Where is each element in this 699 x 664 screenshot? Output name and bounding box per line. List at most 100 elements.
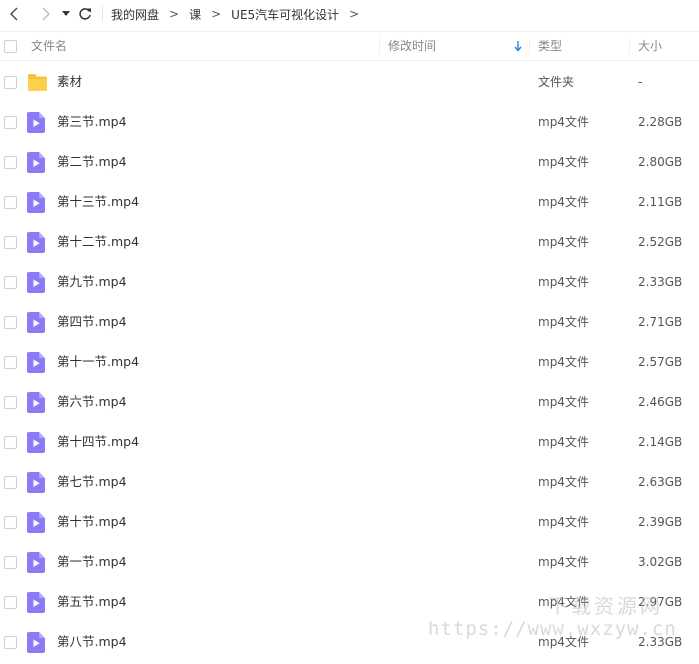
row-checkbox[interactable] <box>4 556 17 569</box>
file-type: mp4文件 <box>538 595 589 609</box>
file-row[interactable]: 第九节.mp4 mp4文件 2.33GB <box>0 262 699 302</box>
file-type: mp4文件 <box>538 355 589 369</box>
file-name[interactable]: 第一节.mp4 <box>57 542 127 582</box>
file-size: 2.11GB <box>638 195 683 209</box>
video-file-icon <box>27 592 45 613</box>
breadcrumb-item-course[interactable]: 课 <box>187 6 203 23</box>
breadcrumb-item-current-folder[interactable]: UE5汽车可视化设计 <box>229 6 341 23</box>
row-checkbox[interactable] <box>4 116 17 129</box>
column-divider <box>529 38 530 54</box>
row-checkbox[interactable] <box>4 156 17 169</box>
file-size: 2.52GB <box>638 235 683 249</box>
row-checkbox[interactable] <box>4 356 17 369</box>
file-row[interactable]: 第七节.mp4 mp4文件 2.63GB <box>0 462 699 502</box>
row-checkbox[interactable] <box>4 476 17 489</box>
file-row[interactable]: 第五节.mp4 mp4文件 2.97GB <box>0 582 699 622</box>
row-checkbox[interactable] <box>4 436 17 449</box>
chevron-right-icon <box>42 7 50 21</box>
file-name[interactable]: 第八节.mp4 <box>57 622 127 662</box>
history-dropdown-button[interactable] <box>58 1 74 27</box>
file-name[interactable]: 第十节.mp4 <box>57 502 127 542</box>
video-file-icon <box>27 392 45 413</box>
column-header-name[interactable]: 文件名 <box>31 32 67 60</box>
toolbar-divider <box>102 6 103 22</box>
refresh-button[interactable] <box>74 1 96 27</box>
column-header-modified[interactable]: 修改时间 <box>388 32 436 60</box>
file-name[interactable]: 第七节.mp4 <box>57 462 127 502</box>
file-row[interactable]: 第十四节.mp4 mp4文件 2.14GB <box>0 422 699 462</box>
select-all-checkbox[interactable] <box>4 40 17 53</box>
file-row[interactable]: 第十节.mp4 mp4文件 2.39GB <box>0 502 699 542</box>
video-file-icon <box>27 312 45 333</box>
file-size: 3.02GB <box>638 555 683 569</box>
file-type: mp4文件 <box>538 475 589 489</box>
file-row[interactable]: 第四节.mp4 mp4文件 2.71GB <box>0 302 699 342</box>
video-file-icon <box>27 272 45 293</box>
video-file-icon <box>27 112 45 133</box>
file-size: - <box>638 75 643 89</box>
file-list: 素材 文件夹 - 第三节.mp4 mp4文件 2.28GB 第二节.mp4 mp4文件 2… <box>0 62 699 662</box>
column-header-type[interactable]: 类型 <box>538 32 562 60</box>
row-checkbox[interactable] <box>4 196 17 209</box>
file-name[interactable]: 素材 <box>57 62 82 102</box>
back-button[interactable] <box>2 1 28 27</box>
file-name[interactable]: 第二节.mp4 <box>57 142 127 182</box>
file-row-folder[interactable]: 素材 文件夹 - <box>0 62 699 102</box>
file-size: 2.80GB <box>638 155 683 169</box>
file-type: mp4文件 <box>538 275 589 289</box>
row-checkbox[interactable] <box>4 316 17 329</box>
row-checkbox[interactable] <box>4 76 17 89</box>
file-row[interactable]: 第三节.mp4 mp4文件 2.28GB <box>0 102 699 142</box>
file-size: 2.57GB <box>638 355 683 369</box>
file-type: 文件夹 <box>538 75 575 89</box>
breadcrumb-dropdown-chevron[interactable]: > <box>349 7 359 21</box>
video-file-icon <box>27 232 45 253</box>
file-type: mp4文件 <box>538 195 589 209</box>
row-checkbox[interactable] <box>4 516 17 529</box>
file-type: mp4文件 <box>538 635 589 649</box>
file-name[interactable]: 第十四节.mp4 <box>57 422 139 462</box>
breadcrumb-item-my-drive[interactable]: 我的网盘 <box>109 6 161 23</box>
sort-descending-icon[interactable] <box>514 41 522 52</box>
file-row[interactable]: 第一节.mp4 mp4文件 3.02GB <box>0 542 699 582</box>
video-file-icon <box>27 632 45 653</box>
video-file-icon <box>27 192 45 213</box>
file-size: 2.33GB <box>638 275 683 289</box>
video-file-icon <box>27 432 45 453</box>
file-size: 2.97GB <box>638 595 683 609</box>
file-type: mp4文件 <box>538 155 589 169</box>
file-size: 2.33GB <box>638 635 683 649</box>
video-file-icon <box>27 512 45 533</box>
caret-down-icon <box>62 11 70 16</box>
row-checkbox[interactable] <box>4 276 17 289</box>
file-size: 2.14GB <box>638 435 683 449</box>
folder-icon <box>28 74 47 91</box>
file-list-header: 文件名 修改时间 类型 大小 <box>0 31 699 61</box>
file-type: mp4文件 <box>538 555 589 569</box>
file-name[interactable]: 第十一节.mp4 <box>57 342 139 382</box>
file-type: mp4文件 <box>538 315 589 329</box>
file-row[interactable]: 第十二节.mp4 mp4文件 2.52GB <box>0 222 699 262</box>
file-name[interactable]: 第九节.mp4 <box>57 262 127 302</box>
row-checkbox[interactable] <box>4 596 17 609</box>
file-name[interactable]: 第四节.mp4 <box>57 302 127 342</box>
row-checkbox[interactable] <box>4 236 17 249</box>
file-name[interactable]: 第六节.mp4 <box>57 382 127 422</box>
file-name[interactable]: 第五节.mp4 <box>57 582 127 622</box>
file-name[interactable]: 第十三节.mp4 <box>57 182 139 222</box>
file-row[interactable]: 第十三节.mp4 mp4文件 2.11GB <box>0 182 699 222</box>
video-file-icon <box>27 152 45 173</box>
file-row[interactable]: 第六节.mp4 mp4文件 2.46GB <box>0 382 699 422</box>
chevron-left-icon <box>10 7 18 21</box>
file-row[interactable]: 第二节.mp4 mp4文件 2.80GB <box>0 142 699 182</box>
file-name[interactable]: 第三节.mp4 <box>57 102 127 142</box>
column-header-size[interactable]: 大小 <box>638 32 662 60</box>
forward-button[interactable] <box>32 1 58 27</box>
file-row[interactable]: 第十一节.mp4 mp4文件 2.57GB <box>0 342 699 382</box>
file-row[interactable]: 第八节.mp4 mp4文件 2.33GB <box>0 622 699 662</box>
row-checkbox[interactable] <box>4 636 17 649</box>
row-checkbox[interactable] <box>4 396 17 409</box>
toolbar: 我的网盘 > 课 > UE5汽车可视化设计 > <box>0 0 699 28</box>
file-type: mp4文件 <box>538 435 589 449</box>
file-name[interactable]: 第十二节.mp4 <box>57 222 139 262</box>
